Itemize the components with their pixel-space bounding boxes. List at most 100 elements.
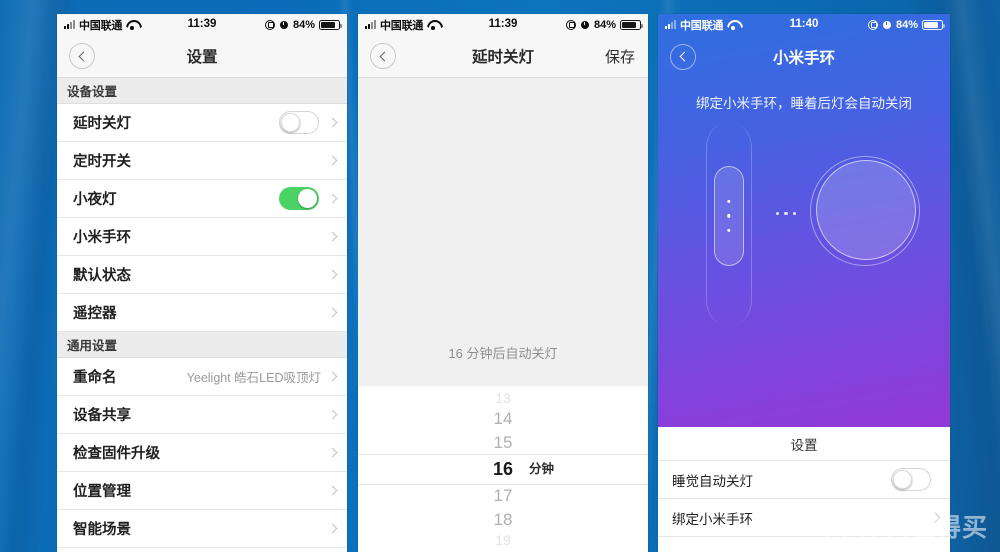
battery-percent-label: 84% [895, 18, 918, 31]
list-item-bind-mi-band[interactable]: 绑定小米手环 [658, 499, 950, 537]
status-bar: 中国联通 11:39 84% [358, 14, 648, 35]
picker-option[interactable]: 13 [358, 390, 648, 407]
status-bar-right: 84% [264, 14, 342, 35]
sleep-auto-off-toggle[interactable] [891, 468, 931, 491]
list-item-label: 默认状态 [73, 268, 131, 284]
status-bar-right: 84% [867, 14, 945, 35]
list-item-label: 小夜灯 [73, 192, 117, 208]
toggle-knob [298, 189, 317, 208]
status-bar-right: 84% [565, 14, 643, 35]
night-light-toggle[interactable] [279, 187, 319, 210]
picker-divider-top [358, 454, 648, 455]
device-name-value: Yeelight 皓石LED吸顶灯 [186, 371, 321, 385]
list-item-rename[interactable]: 重命名 Yeelight 皓石LED吸顶灯 [57, 358, 347, 396]
list-item-location-manage[interactable]: 位置管理 [57, 472, 347, 510]
section-header-device: 设备设置 [57, 78, 347, 104]
picker-column[interactable]: 13 14 15 16 分钟 17 18 19 [358, 386, 648, 552]
ceiling-lamp-icon [816, 160, 916, 260]
list-item-smart-scene[interactable]: 智能场景 [57, 510, 347, 548]
mi-band-icon [714, 166, 744, 266]
battery-icon [620, 19, 643, 30]
section-header-settings: 设置 [658, 427, 950, 461]
chevron-right-icon [327, 155, 338, 166]
picker-option[interactable]: 14 [358, 407, 648, 431]
chevron-right-icon [327, 485, 338, 496]
list-item-label: 延时关灯 [73, 116, 131, 132]
screenshot-settings-list: 中国联通 11:39 84% 设置 设备设置 延时关灯 定时开关 小夜灯 小米手… [57, 14, 347, 552]
list-item-timer-switch[interactable]: 定时开关 [57, 142, 347, 180]
nav-bar: 设置 [57, 35, 347, 78]
list-item-label: 睡觉自动关灯 [672, 473, 753, 489]
picker-option[interactable]: 17 [358, 484, 648, 508]
screenshot-mi-band: 中国联通 11:40 84% 小米手环 绑定小米手环，睡着后灯会自动关闭 设置 … [658, 14, 950, 552]
ellipsis-icon [776, 212, 797, 216]
battery-percent-label: 84% [593, 18, 616, 31]
mi-band-dots-icon [727, 189, 731, 243]
picker-option[interactable]: 19 [358, 532, 648, 549]
mi-band-hero: 中国联通 11:40 84% 小米手环 绑定小米手环，睡着后灯会自动关闭 [658, 14, 950, 427]
list-item-sleep-auto-off[interactable]: 睡觉自动关灯 [658, 461, 950, 499]
settings-list: 设备设置 延时关灯 定时开关 小夜灯 小米手环 默认状态 遥控器 通用设置 重命… [57, 78, 347, 548]
chevron-right-icon [327, 523, 338, 534]
mi-band-settings-list: 设置 睡觉自动关灯 绑定小米手环 [658, 427, 950, 552]
chevron-right-icon [327, 193, 338, 204]
pairing-illustration [658, 114, 950, 344]
page-title: 设置 [186, 49, 218, 66]
chevron-right-icon [327, 231, 338, 242]
picker-divider-bottom [358, 484, 648, 485]
chevron-right-icon [327, 409, 338, 420]
delay-hint-text: 16 分钟后自动关灯 [448, 346, 558, 361]
location-icon [565, 19, 576, 30]
chevron-right-icon [327, 447, 338, 458]
status-bar: 中国联通 11:39 84% [57, 14, 347, 35]
location-icon [867, 19, 878, 30]
battery-percent-label: 84% [292, 18, 315, 31]
alarm-icon [580, 20, 590, 30]
picker-unit-label: 分钟 [529, 461, 555, 476]
list-item-label: 检查固件升级 [73, 446, 160, 462]
alarm-icon [279, 20, 289, 30]
list-item-night-light[interactable]: 小夜灯 [57, 180, 347, 218]
chevron-right-icon [930, 512, 941, 523]
battery-icon [319, 19, 342, 30]
list-item-label: 小米手环 [73, 230, 131, 246]
chevron-right-icon [327, 371, 338, 382]
save-button[interactable]: 保存 [605, 46, 635, 67]
list-item-device-share[interactable]: 设备共享 [57, 396, 347, 434]
alarm-icon [882, 20, 892, 30]
chevron-right-icon [327, 307, 338, 318]
picker-option-selected[interactable]: 16 分钟 [358, 455, 648, 484]
toggle-knob [281, 113, 300, 132]
picker-option[interactable]: 15 [358, 431, 648, 455]
chevron-right-icon [327, 117, 338, 128]
list-item-remote[interactable]: 遥控器 [57, 294, 347, 332]
status-bar: 中国联通 11:40 84% [658, 14, 950, 35]
list-item-label: 绑定小米手环 [672, 511, 753, 527]
empty-space [358, 78, 648, 343]
delay-off-body: 16 分钟后自动关灯 13 14 15 16 分钟 17 18 19 [358, 78, 648, 552]
list-item-default-state[interactable]: 默认状态 [57, 256, 347, 294]
list-item-label: 智能场景 [73, 522, 131, 538]
page-title: 小米手环 [772, 49, 835, 67]
location-icon [264, 19, 275, 30]
list-item-label: 定时开关 [73, 154, 131, 170]
list-item-firmware-update[interactable]: 检查固件升级 [57, 434, 347, 472]
toggle-knob [893, 470, 912, 489]
picker-selected-value: 16 [492, 458, 514, 479]
list-item-label: 重命名 [73, 370, 117, 386]
nav-bar: 小米手环 [658, 35, 950, 78]
chevron-right-icon [327, 269, 338, 280]
hero-subtitle: 绑定小米手环，睡着后灯会自动关闭 [696, 96, 912, 111]
list-item-mi-band[interactable]: 小米手环 [57, 218, 347, 256]
section-header-general: 通用设置 [57, 332, 347, 358]
battery-icon [922, 19, 945, 30]
nav-bar: 延时关灯 保存 [358, 35, 648, 78]
screenshot-delay-off-picker: 中国联通 11:39 84% 延时关灯 保存 16 分钟后自动关灯 13 14 … [358, 14, 648, 552]
list-item-delay-off[interactable]: 延时关灯 [57, 104, 347, 142]
list-item-label: 位置管理 [73, 484, 131, 500]
picker-option[interactable]: 18 [358, 508, 648, 532]
list-item-label: 遥控器 [73, 306, 117, 322]
minutes-picker[interactable]: 13 14 15 16 分钟 17 18 19 [358, 386, 648, 552]
list-item-label: 设备共享 [73, 408, 131, 424]
delay-off-toggle[interactable] [279, 111, 319, 134]
